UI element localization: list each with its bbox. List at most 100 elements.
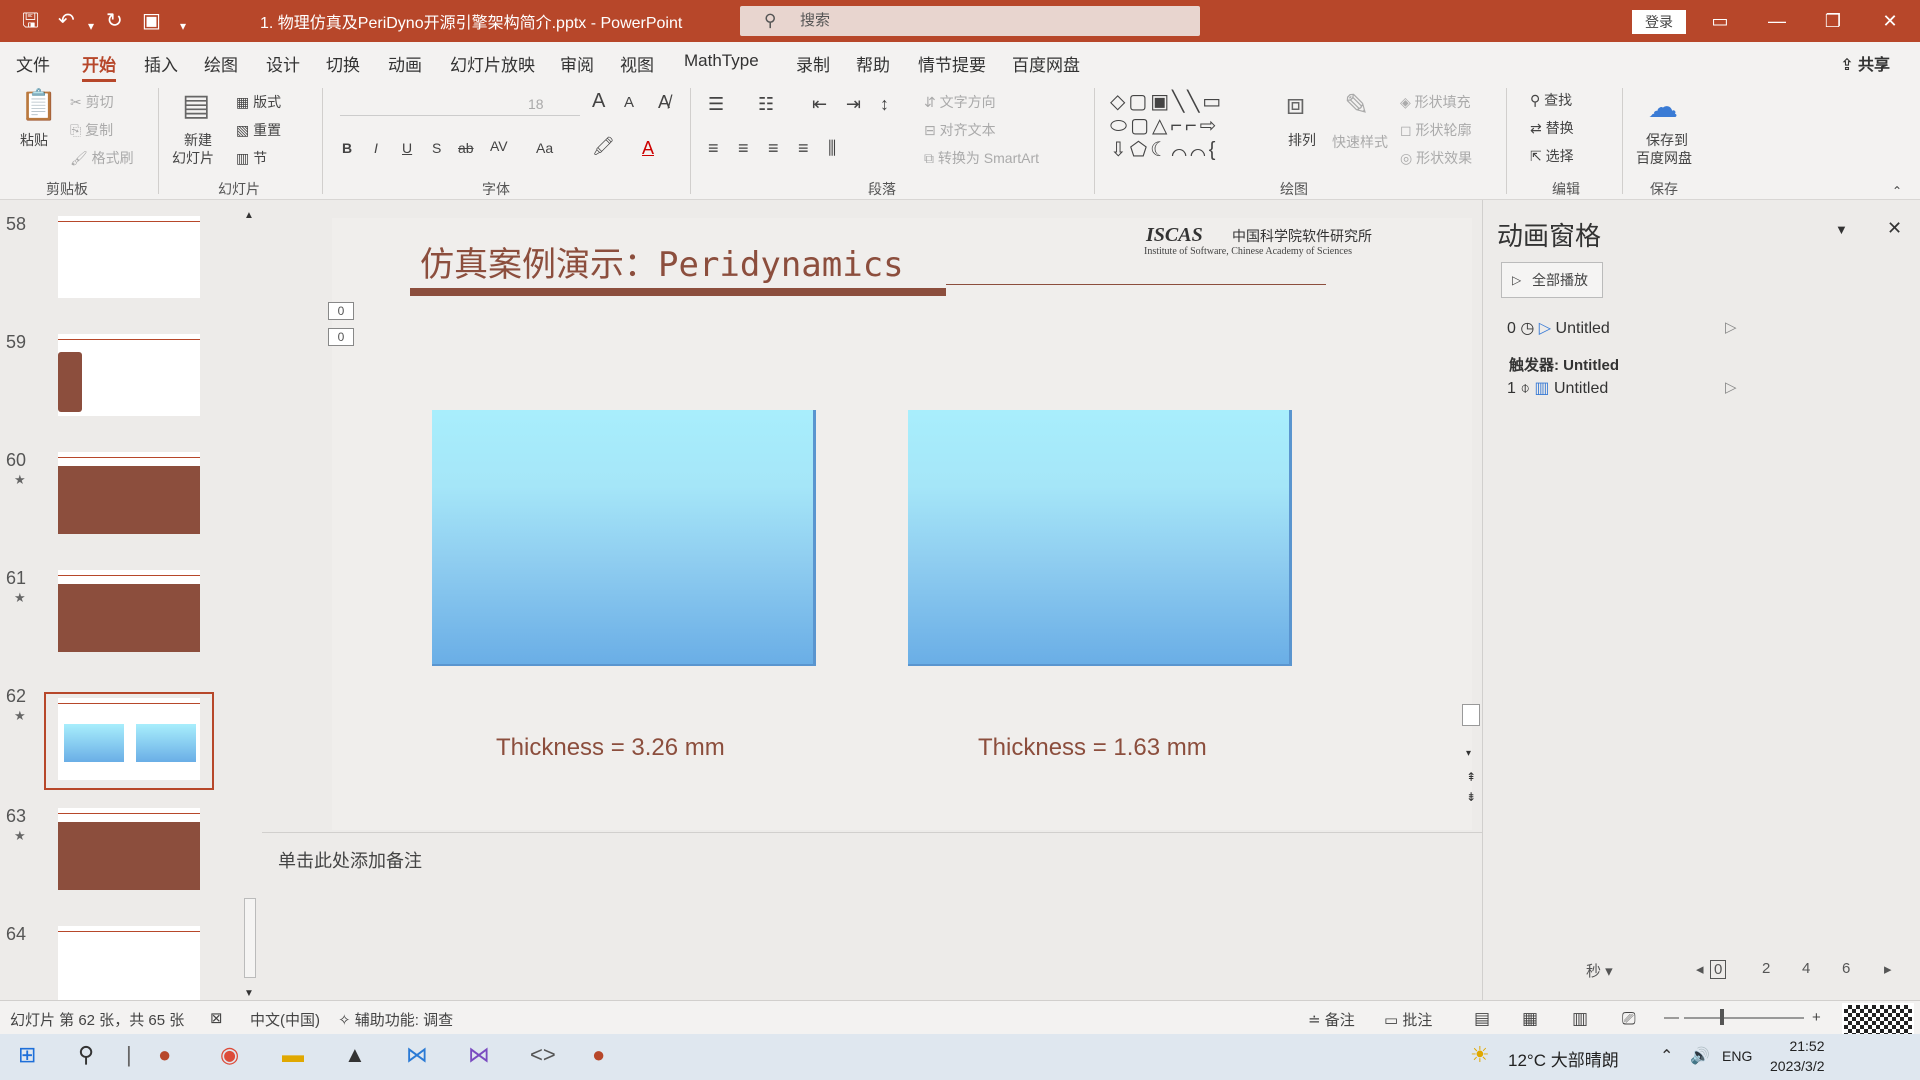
file-explorer-icon[interactable]: ▬ (282, 1042, 304, 1068)
tab-insert[interactable]: 插入 (144, 51, 178, 76)
align-center-icon[interactable]: ≡ (738, 138, 749, 159)
chrome-icon[interactable]: ◉ (220, 1042, 239, 1068)
next-slide-icon[interactable]: ⇟ (1466, 790, 1476, 804)
undo-dropdown-icon[interactable]: ▾ (88, 14, 94, 38)
thumbnails-scrollbar[interactable]: ▲ ▼ (242, 210, 258, 1000)
slide-title[interactable]: 仿真案例演示：Peridynamics (420, 237, 904, 286)
tab-file[interactable]: 文件 (16, 51, 50, 76)
tab-animations[interactable]: 动画 (388, 51, 422, 76)
cut-button[interactable]: ✂ 剪切 (70, 92, 114, 112)
quick-styles-button[interactable]: 快速样式 (1332, 132, 1388, 152)
highlight-icon[interactable]: 🖍 (592, 136, 615, 157)
replace-button[interactable]: ⇄ 替换 (1530, 118, 1574, 138)
timeline-next-icon[interactable]: ▸ (1884, 960, 1892, 978)
select-button[interactable]: ⇱ 选择 (1530, 146, 1574, 166)
weather-text[interactable]: 12°C 大部晴朗 (1508, 1046, 1619, 1071)
fit-slide-icon[interactable] (1462, 704, 1480, 726)
timeline-prev-icon[interactable]: ◂ (1696, 960, 1704, 978)
start-icon[interactable]: ⊞ (18, 1042, 36, 1068)
slide-thumbnail[interactable] (58, 808, 200, 890)
volume-icon[interactable]: 🔊 (1690, 1046, 1710, 1066)
zoom-in-icon[interactable]: + (1812, 1009, 1821, 1026)
input-language[interactable]: ENG (1722, 1048, 1752, 1064)
format-painter-button[interactable]: 🖌 格式刷 (70, 148, 134, 168)
slideshow-view-icon[interactable]: ⎚ (1622, 1009, 1636, 1029)
layout-button[interactable]: ▦ 版式 (236, 92, 281, 112)
thickness-label-right[interactable]: Thickness = 1.63 mm (978, 734, 1207, 762)
tab-baidu-netdisk[interactable]: 百度网盘 (1012, 51, 1080, 76)
language-status[interactable]: 中文(中国) (250, 1009, 320, 1030)
app-triangle-icon[interactable]: ▲ (344, 1042, 366, 1068)
play-all-button[interactable]: ▷ 全部播放 (1501, 262, 1603, 298)
save-to-baidu-label[interactable]: 百度网盘 (1636, 148, 1692, 168)
vscode-icon[interactable]: ⋈ (406, 1042, 428, 1068)
slide-thumbnail-current[interactable] (58, 698, 200, 780)
thick-plate-block[interactable] (432, 410, 816, 666)
font-size-select[interactable]: 18 (528, 96, 544, 112)
tab-slideshow[interactable]: 幻灯片放映 (450, 51, 535, 76)
login-button[interactable]: 登录 (1632, 10, 1686, 34)
shape-outline-button[interactable]: ◻ 形状轮廓 (1400, 120, 1472, 140)
section-button[interactable]: ▥ 节 (236, 148, 267, 168)
tab-storyboard[interactable]: 情节提要 (918, 51, 986, 76)
reset-button[interactable]: ▧ 重置 (236, 120, 281, 140)
taskbar-search-icon[interactable]: ⚲ (78, 1042, 94, 1068)
shape-fill-button[interactable]: ◈ 形状填充 (1400, 92, 1471, 112)
indent-icon[interactable]: ⇤ (812, 94, 827, 115)
text-direction-button[interactable]: ⇵ 文字方向 (924, 92, 996, 112)
smartart-button[interactable]: ⧉ 转换为 SmartArt (924, 148, 1039, 168)
redo-icon[interactable]: ↻ (106, 9, 123, 33)
customize-qat-icon[interactable]: ▾ (180, 14, 186, 38)
present-icon[interactable]: ▣ (142, 9, 161, 33)
accessibility-status[interactable]: ✧ 辅助功能: 调查 (338, 1009, 453, 1030)
decrease-font-icon[interactable]: A (624, 94, 634, 111)
pane-options-icon[interactable]: ▼ (1835, 222, 1848, 237)
shapes-gallery[interactable]: ◇▢▣╲╲▭ ⬭▢△⌐⌐⇨ ⇩⬠☾⌒⌒{ (1110, 90, 1260, 162)
justify-icon[interactable]: ≡ (798, 138, 809, 159)
notes-toggle[interactable]: ≐ 备注 (1308, 1009, 1355, 1030)
close-icon[interactable]: ✕ (1870, 6, 1910, 36)
minimize-icon[interactable]: — (1757, 6, 1797, 36)
share-button[interactable]: ⇪ 共享 (1840, 51, 1890, 75)
arrange-button[interactable]: 排列 (1288, 130, 1316, 150)
visual-studio-icon[interactable]: ⋈ (468, 1042, 490, 1068)
system-clock[interactable]: 21:52 2023/3/2 (1770, 1036, 1825, 1076)
slide-thumbnail[interactable] (58, 926, 200, 1000)
slide-thumbnail[interactable] (58, 452, 200, 534)
zoom-slider[interactable] (1684, 1017, 1804, 1019)
find-button[interactable]: ⚲ 查找 (1530, 90, 1572, 110)
tab-transitions[interactable]: 切换 (326, 51, 360, 76)
save-icon[interactable]: 🖫 (22, 9, 39, 33)
comments-toggle[interactable]: ▭ 批注 (1384, 1009, 1432, 1030)
shape-effects-button[interactable]: ◎ 形状效果 (1400, 148, 1472, 168)
notes-pane[interactable]: 单击此处添加备注 (262, 832, 1482, 1000)
save-to-baidu-button[interactable]: 保存到 (1646, 130, 1688, 150)
line-spacing-icon[interactable]: ↕ (880, 94, 889, 115)
code-app-icon[interactable]: <> (530, 1042, 556, 1068)
slide-thumbnail[interactable] (58, 570, 200, 652)
copy-button[interactable]: ⎘ 复制 (70, 120, 113, 140)
font-family-select[interactable] (340, 92, 580, 116)
strikethrough-button[interactable]: ab (458, 140, 474, 156)
tab-view[interactable]: 视图 (620, 51, 654, 76)
weather-icon[interactable]: ☀ (1470, 1042, 1490, 1068)
increase-font-icon[interactable]: A (592, 90, 605, 113)
pane-close-icon[interactable]: ✕ (1887, 218, 1902, 239)
thickness-label-left[interactable]: Thickness = 3.26 mm (496, 734, 725, 762)
tab-mathtype[interactable]: MathType (684, 51, 759, 71)
bold-button[interactable]: B (342, 140, 352, 156)
scroll-up-icon[interactable]: ▾ (1466, 748, 1471, 759)
collapse-ribbon-icon[interactable]: ⌃ (1892, 184, 1902, 198)
font-color-icon[interactable]: A (642, 138, 654, 159)
shadow-button[interactable]: S (432, 140, 441, 156)
notes-placeholder[interactable]: 单击此处添加备注 (278, 847, 422, 873)
ribbon-display-icon[interactable]: ▭ (1700, 6, 1740, 36)
change-case-button[interactable]: Aa (536, 140, 553, 156)
clear-format-icon[interactable]: A̸ (658, 92, 670, 113)
char-spacing-button[interactable]: AV (490, 138, 508, 154)
tab-draw[interactable]: 绘图 (204, 51, 238, 76)
animation-tag[interactable]: 0 (328, 302, 354, 320)
slide-thumbnail[interactable] (58, 216, 200, 298)
tray-chevron-icon[interactable]: ⌃ (1660, 1046, 1673, 1066)
slide-thumbnail[interactable] (58, 334, 200, 416)
